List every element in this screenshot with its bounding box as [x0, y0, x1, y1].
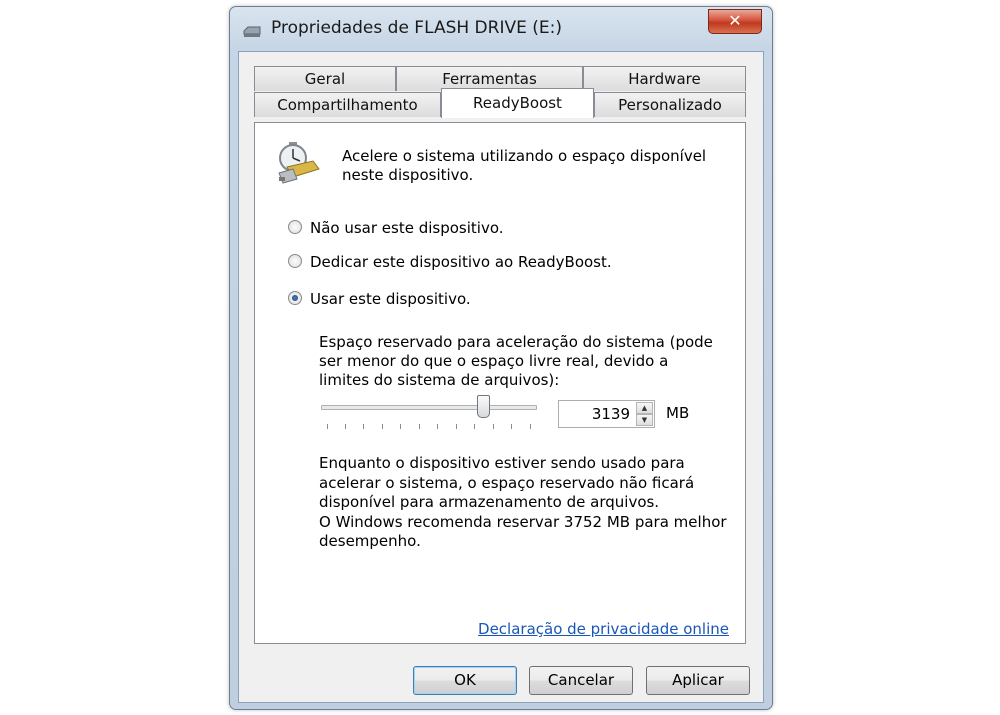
privacy-statement-link[interactable]: Declaração de privacidade online [478, 620, 729, 638]
tab-hardware[interactable]: Hardware [583, 66, 746, 91]
properties-dialog: Propriedades de FLASH DRIVE (E:) ✕ Geral… [229, 6, 773, 710]
reserve-size-value[interactable]: 3139 [592, 405, 630, 423]
slider-tick [511, 424, 513, 429]
close-button[interactable]: ✕ [708, 9, 762, 34]
radio-button-selected[interactable] [288, 291, 302, 305]
slider-tick [326, 424, 328, 429]
apply-button[interactable]: Aplicar [646, 666, 750, 695]
reserve-warning: Enquanto o dispositivo estiver sendo usa… [319, 454, 739, 552]
unit-label: MB [666, 404, 690, 422]
slider-tick [492, 424, 494, 429]
reserve-slider[interactable] [321, 393, 537, 433]
option-label[interactable]: Não usar este dispositivo. [310, 218, 504, 238]
slider-tick [381, 424, 383, 429]
tab-personalizado[interactable]: Personalizado [594, 92, 746, 117]
warning-line-2: O Windows recomenda reservar 3752 MB par… [319, 512, 727, 551]
tab-readyboost[interactable]: ReadyBoost [441, 88, 594, 118]
radio-button[interactable] [288, 220, 302, 234]
slider-tick [344, 424, 346, 429]
warning-line-1: Enquanto o dispositivo estiver sendo usa… [319, 454, 695, 511]
slider-tick [455, 424, 457, 429]
reserve-size-input[interactable]: 3139 ▲ ▼ [558, 400, 655, 428]
option-label[interactable]: Usar este dispositivo. [310, 289, 471, 309]
dialog-client-area: Geral Ferramentas Hardware Compartilhame… [238, 51, 764, 703]
slider-tick [363, 424, 365, 429]
slider-tick [400, 424, 402, 429]
reserve-description: Espaço reservado para aceleração do sist… [319, 333, 713, 389]
option-label[interactable]: Dedicar este dispositivo ao ReadyBoost. [310, 252, 612, 272]
slider-thumb[interactable] [477, 395, 491, 418]
tab-geral[interactable]: Geral [254, 66, 396, 91]
spin-up-icon[interactable]: ▲ [636, 402, 653, 414]
slider-tick [418, 424, 420, 429]
slider-track[interactable] [321, 405, 537, 410]
cancel-button[interactable]: Cancelar [529, 666, 633, 695]
readyboost-stopwatch-icon [278, 142, 320, 184]
readyboost-panel: Acelere o sistema utilizando o espaço di… [254, 122, 746, 644]
slider-tick [474, 424, 476, 429]
slider-ticks [321, 424, 535, 429]
ok-button[interactable]: OK [413, 666, 517, 695]
tab-compartilhamento[interactable]: Compartilhamento [254, 92, 441, 117]
radio-button[interactable] [288, 254, 302, 268]
title-bar[interactable]: Propriedades de FLASH DRIVE (E:) ✕ [230, 7, 772, 51]
slider-tick [529, 424, 531, 429]
spin-buttons[interactable]: ▲ ▼ [636, 402, 653, 426]
drive-icon [243, 26, 261, 37]
spin-down-icon[interactable]: ▼ [636, 414, 653, 426]
window-title: Propriedades de FLASH DRIVE (E:) [271, 18, 562, 38]
intro-text: Acelere o sistema utilizando o espaço di… [342, 147, 707, 184]
slider-tick [437, 424, 439, 429]
